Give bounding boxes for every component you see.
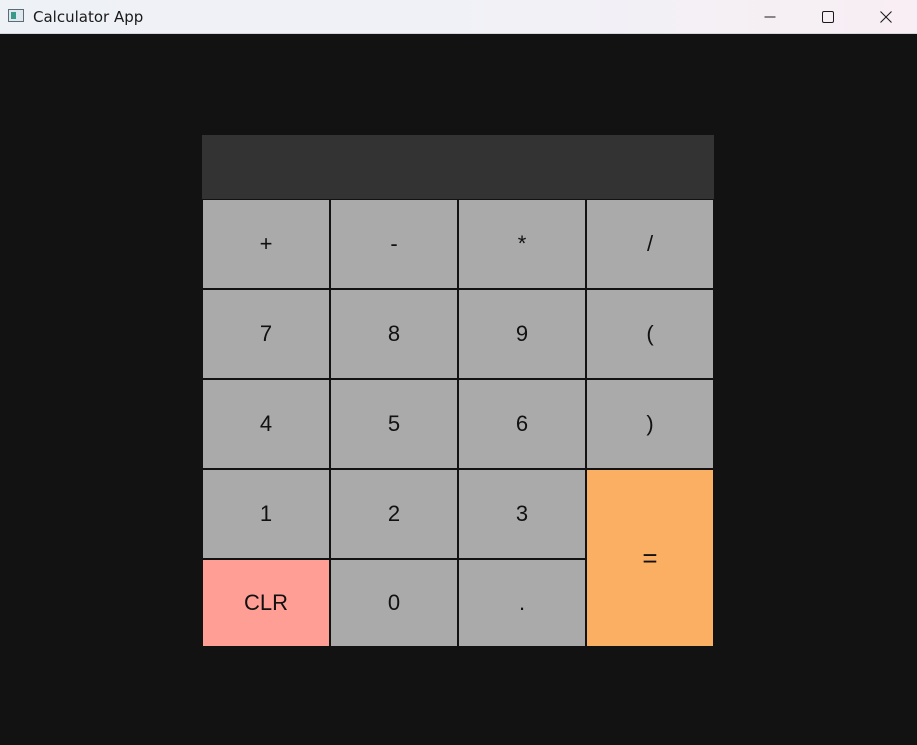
digit-4-button[interactable]: 4 xyxy=(203,380,329,468)
digit-3-button[interactable]: 3 xyxy=(459,470,585,558)
digit-6-button[interactable]: 6 xyxy=(459,380,585,468)
plus-button[interactable]: + xyxy=(203,200,329,288)
title-bar[interactable]: Calculator App xyxy=(0,0,917,34)
divide-button[interactable]: / xyxy=(587,200,713,288)
digit-0-button[interactable]: 0 xyxy=(331,560,457,646)
window-title: Calculator App xyxy=(33,8,144,26)
digit-7-button[interactable]: 7 xyxy=(203,290,329,378)
digit-5-button[interactable]: 5 xyxy=(331,380,457,468)
close-paren-button[interactable]: ) xyxy=(587,380,713,468)
clear-button[interactable]: CLR xyxy=(203,560,329,646)
maximize-button[interactable] xyxy=(799,0,857,33)
app-window-icon xyxy=(8,9,24,22)
digit-2-button[interactable]: 2 xyxy=(331,470,457,558)
maximize-icon xyxy=(822,10,834,23)
minus-button[interactable]: - xyxy=(331,200,457,288)
decimal-point-button[interactable]: . xyxy=(459,560,585,646)
digit-8-button[interactable]: 8 xyxy=(331,290,457,378)
calculator-display xyxy=(202,135,714,199)
calculator-window: Calculator App + - * / 7 8 9 ( 4 5 6 ) 1… xyxy=(0,0,917,745)
digit-9-button[interactable]: 9 xyxy=(459,290,585,378)
open-paren-button[interactable]: ( xyxy=(587,290,713,378)
close-icon xyxy=(880,10,892,23)
equals-button[interactable]: = xyxy=(587,470,713,646)
minimize-button[interactable] xyxy=(741,0,799,33)
close-button[interactable] xyxy=(857,0,915,33)
minimize-icon xyxy=(764,16,776,17)
multiply-button[interactable]: * xyxy=(459,200,585,288)
digit-1-button[interactable]: 1 xyxy=(203,470,329,558)
